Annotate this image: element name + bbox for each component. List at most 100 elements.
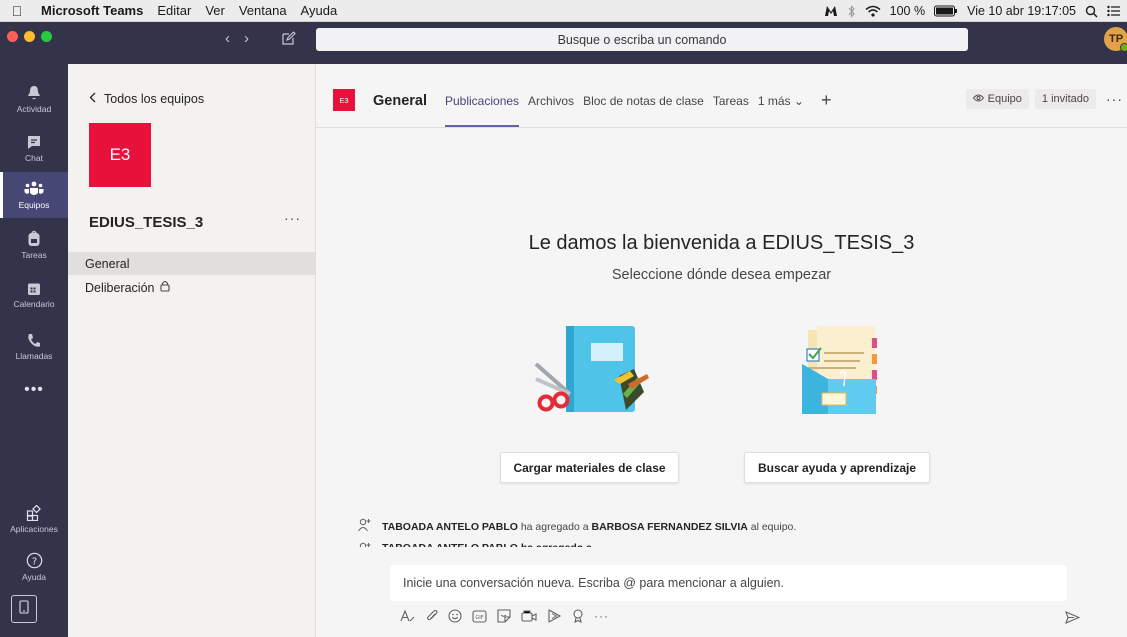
rail-label: Llamadas bbox=[15, 351, 53, 361]
tab-more[interactable]: 1 más ⌄ bbox=[758, 94, 804, 108]
channel-team-tile: E3 bbox=[333, 89, 355, 111]
praise-icon[interactable] bbox=[572, 609, 584, 623]
rail-item-equipos[interactable]: Equipos bbox=[0, 172, 68, 218]
close-window-button[interactable] bbox=[7, 31, 18, 42]
emoji-icon[interactable] bbox=[448, 609, 462, 623]
rail-item-aplicaciones[interactable]: Aplicaciones bbox=[0, 496, 68, 542]
chevron-down-icon: ⌄ bbox=[793, 94, 804, 108]
notification-center-icon[interactable] bbox=[1107, 5, 1121, 17]
all-teams-back-link[interactable]: Todos los equipos bbox=[89, 92, 204, 106]
channel-more-options-button[interactable]: ··· bbox=[1102, 91, 1127, 107]
team-tile: E3 bbox=[89, 123, 151, 187]
attach-icon[interactable] bbox=[426, 609, 438, 623]
person-add-icon bbox=[358, 518, 372, 535]
find-help-learning-button[interactable]: Buscar ayuda y aprendizaje bbox=[744, 452, 930, 483]
rail-item-llamadas[interactable]: Llamadas bbox=[0, 324, 68, 370]
format-icon[interactable] bbox=[400, 609, 416, 623]
welcome-heading: Le damos la bienvenida a EDIUS_TESIS_3 bbox=[528, 232, 915, 254]
menu-ayuda[interactable]: Ayuda bbox=[294, 3, 345, 18]
upload-class-materials-button[interactable]: Cargar materiales de clase bbox=[500, 452, 679, 483]
team-name: EDIUS_TESIS_3 bbox=[89, 214, 204, 231]
send-icon[interactable] bbox=[1065, 611, 1081, 629]
user-avatar[interactable]: TP bbox=[1104, 27, 1127, 52]
clock[interactable]: Vie 10 abr 19:17:05 bbox=[967, 4, 1076, 18]
mobile-device-button[interactable] bbox=[11, 595, 37, 623]
tab-publicaciones[interactable]: Publicaciones bbox=[445, 94, 520, 127]
stream-icon[interactable] bbox=[547, 609, 562, 623]
more-options-icon[interactable]: ··· bbox=[594, 609, 609, 623]
gif-icon[interactable]: GIF bbox=[472, 609, 487, 623]
class-materials-illustration bbox=[530, 324, 650, 421]
rail-label: Actividad bbox=[16, 103, 52, 114]
activity-actor: TABOADA ANTELO PABLO bbox=[382, 520, 518, 533]
spotlight-search-icon[interactable] bbox=[1085, 5, 1098, 18]
wifi-icon[interactable] bbox=[865, 5, 881, 17]
rail-item-ayuda[interactable]: ? Ayuda bbox=[0, 544, 68, 590]
apps-icon bbox=[26, 504, 42, 521]
minimize-window-button[interactable] bbox=[24, 31, 35, 42]
channel-tabs: Publicaciones Archivos Bloc de notas de … bbox=[445, 91, 832, 127]
new-conversation-input[interactable]: Inicie una conversación nueva. Escriba @… bbox=[390, 565, 1067, 601]
eye-icon bbox=[972, 93, 984, 105]
app-rail: Actividad Chat Equipos Tareas Calendario… bbox=[0, 64, 68, 637]
guests-button[interactable]: 1 invitado bbox=[1034, 89, 1096, 109]
svg-text:?: ? bbox=[31, 556, 36, 567]
menu-app-name[interactable]: Microsoft Teams bbox=[34, 3, 150, 18]
activity-suffix: al equipo. bbox=[750, 520, 797, 533]
rail-item-calendario[interactable]: Calendario bbox=[0, 272, 68, 318]
rail-item-tareas[interactable]: Tareas bbox=[0, 222, 68, 268]
add-tab-icon[interactable]: + bbox=[821, 91, 832, 109]
sticker-icon[interactable] bbox=[497, 609, 511, 623]
apple-icon[interactable]:  bbox=[0, 3, 34, 19]
rail-label: Tareas bbox=[21, 250, 47, 260]
svg-text:GIF: GIF bbox=[475, 615, 483, 621]
presence-available-icon bbox=[1120, 43, 1127, 52]
calendar-icon bbox=[27, 282, 41, 296]
backpack-icon bbox=[27, 230, 41, 247]
teams-icon bbox=[24, 181, 44, 197]
zoom-window-button[interactable] bbox=[41, 31, 52, 42]
tab-more-label: 1 más bbox=[757, 94, 791, 108]
tab-tareas[interactable]: Tareas bbox=[713, 94, 749, 108]
team-button[interactable]: Equipo bbox=[965, 89, 1029, 109]
team-button-label: Equipo bbox=[987, 93, 1022, 105]
activity-verb: ha agregado a bbox=[520, 520, 589, 533]
malwarebytes-icon[interactable] bbox=[823, 4, 839, 18]
channel-item-general[interactable]: General bbox=[68, 252, 315, 275]
menu-ventana[interactable]: Ventana bbox=[232, 3, 294, 18]
channel-main: E3 General Publicaciones Archivos Bloc d… bbox=[316, 64, 1127, 637]
rail-label: Chat bbox=[25, 153, 43, 163]
battery-icon[interactable] bbox=[934, 5, 958, 17]
composer: Inicie una conversación nueva. Escriba @… bbox=[316, 547, 1127, 637]
menu-ver[interactable]: Ver bbox=[198, 3, 232, 18]
mobile-device-icon bbox=[19, 599, 29, 619]
forward-arrow-icon[interactable]: › bbox=[244, 30, 249, 47]
back-link-label: Todos los equipos bbox=[104, 92, 205, 106]
teams-titlebar: ‹ › Busque o escriba un comando TP bbox=[0, 22, 1127, 64]
rail-item-actividad[interactable]: Actividad bbox=[0, 76, 68, 122]
composer-toolbar: GIF ··· bbox=[400, 609, 609, 623]
team-panel: Todos los equipos E3 EDIUS_TESIS_3 ··· G… bbox=[68, 64, 316, 637]
team-more-options-button[interactable]: ··· bbox=[284, 210, 301, 226]
activity-message: TABOADA ANTELO PABLO ha agregado a BARBO… bbox=[358, 518, 796, 535]
channel-item-deliberacion[interactable]: Deliberación bbox=[68, 276, 315, 299]
help-icon: ? bbox=[26, 552, 43, 569]
window-controls bbox=[7, 31, 52, 42]
tab-archivos[interactable]: Archivos bbox=[528, 94, 574, 108]
command-search-input[interactable]: Busque o escriba un comando bbox=[316, 28, 968, 51]
rail-more-button[interactable]: ••• bbox=[0, 381, 68, 399]
back-arrow-icon[interactable]: ‹ bbox=[225, 30, 230, 47]
welcome-subheading: Seleccione dónde desea empezar bbox=[611, 267, 832, 283]
menu-editar[interactable]: Editar bbox=[150, 3, 198, 18]
new-chat-compose-icon[interactable] bbox=[281, 31, 296, 51]
rail-label: Aplicaciones bbox=[10, 523, 58, 534]
channel-label: Deliberación bbox=[85, 280, 155, 295]
rail-label: Equipos bbox=[18, 199, 50, 210]
rail-item-chat[interactable]: Chat bbox=[0, 126, 68, 172]
meet-now-icon[interactable] bbox=[521, 610, 537, 623]
tab-bloc-de-notas[interactable]: Bloc de notas de clase bbox=[583, 94, 704, 108]
bluetooth-icon[interactable] bbox=[848, 4, 856, 18]
battery-percent: 100 % bbox=[889, 4, 926, 18]
macos-menubar:  Microsoft Teams Editar Ver Ventana Ayu… bbox=[0, 0, 1127, 22]
channel-header: E3 General Publicaciones Archivos Bloc d… bbox=[316, 64, 1127, 128]
